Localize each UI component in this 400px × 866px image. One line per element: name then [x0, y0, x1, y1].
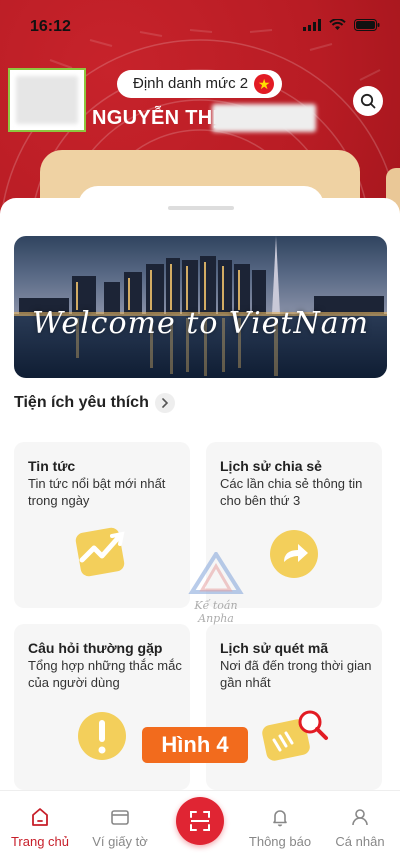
news-trend-icon — [75, 527, 125, 577]
anpha-logo-icon — [188, 550, 244, 594]
favorite-card-faq[interactable]: Câu hỏi thường gặp Tổng hợp những thắc m… — [14, 624, 190, 790]
nav-wallet-label: Ví giấy tờ — [92, 834, 148, 849]
avatar-blurred — [16, 76, 78, 124]
card-description: Các lần chia sẻ thông tin cho bên thứ 3 — [220, 476, 363, 508]
faq-exclamation-icon — [78, 712, 126, 760]
nav-profile[interactable]: Cá nhân — [320, 805, 400, 849]
wallet-icon — [111, 810, 129, 825]
watermark-logo: Kế toán Anpha — [176, 550, 256, 625]
qr-scan-icon — [190, 811, 210, 831]
wifi-icon — [329, 19, 346, 30]
identity-level-badge[interactable]: Định danh mức 2 ★ — [117, 70, 283, 98]
identity-level-label: Định danh mức 2 — [133, 75, 249, 92]
nav-home-label: Trang chủ — [10, 834, 70, 849]
card-description: Tin tức nổi bật mới nhất trong ngày — [28, 476, 166, 508]
search-icon — [360, 93, 376, 109]
share-arrow-icon — [270, 530, 318, 578]
nav-notifications-label: Thông báo — [248, 834, 312, 849]
welcome-banner[interactable]: Welcome to VietNam — [14, 236, 387, 378]
nav-wallet[interactable]: Ví giấy tờ — [80, 805, 160, 849]
card-title: Tin tức — [28, 458, 76, 474]
nav-home[interactable]: Trang chủ — [0, 805, 80, 849]
nav-profile-label: Cá nhân — [335, 834, 385, 849]
star-icon: ★ — [254, 74, 275, 94]
card-description: Tổng hợp những thắc mắc của người dùng — [28, 658, 182, 690]
watermark-text: Kế toán Anpha — [194, 599, 238, 625]
chevron-right-icon — [162, 398, 169, 408]
battery-icon — [354, 19, 380, 31]
status-bar: 16:12 — [0, 0, 400, 50]
status-time: 16:12 — [30, 18, 71, 35]
profile-icon — [352, 809, 368, 826]
home-icon — [32, 808, 48, 826]
qr-scan-button[interactable] — [176, 797, 224, 845]
card-title: Lịch sử chia sẻ — [220, 458, 322, 474]
user-name-blurred — [212, 104, 316, 132]
user-name: NGUYỄN THỊ — [92, 107, 219, 129]
favorite-card-news[interactable]: Tin tức Tin tức nổi bật mới nhất trong n… — [14, 442, 190, 608]
banner-welcome-text: Welcome to VietNam — [31, 306, 370, 341]
search-button[interactable] — [353, 86, 383, 116]
card-title: Câu hỏi thường gặp — [28, 640, 163, 656]
nav-notifications[interactable]: Thông báo — [240, 805, 320, 849]
card-title: Lịch sử quét mã — [220, 640, 329, 656]
avatar[interactable] — [8, 68, 86, 132]
sheet-handle[interactable] — [168, 206, 234, 210]
bell-icon — [273, 810, 287, 827]
favorite-card-scan-history[interactable]: Lịch sử quét mã Nơi đã đến trong thời gi… — [206, 624, 382, 790]
scan-history-icon — [262, 710, 328, 761]
figure-label-badge: Hình 4 — [142, 727, 248, 763]
favorites-title: Tiện ích yêu thích — [14, 394, 149, 411]
card-description: Nơi đã đến trong thời gian gần nhất — [220, 658, 372, 690]
favorites-more-button[interactable] — [155, 393, 175, 413]
signal-icon — [303, 19, 321, 31]
